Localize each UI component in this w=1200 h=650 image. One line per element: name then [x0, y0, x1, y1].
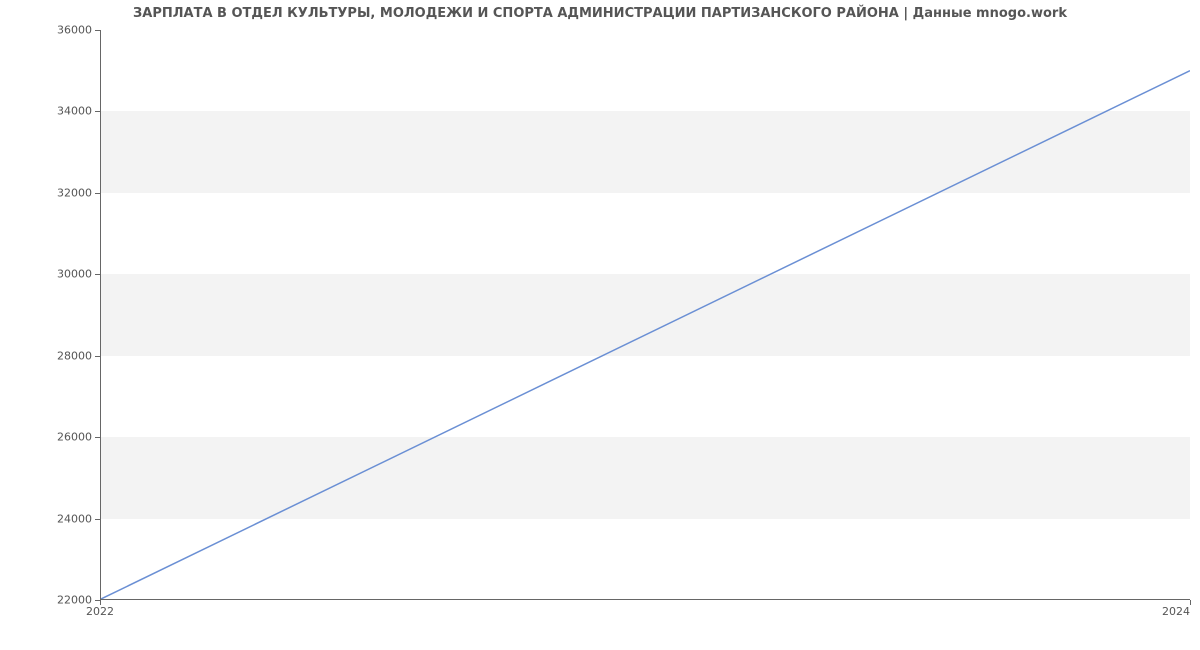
y-tick-mark	[95, 193, 100, 194]
x-tick-label: 2022	[86, 605, 114, 618]
y-tick-label: 22000	[12, 594, 92, 607]
y-tick-label: 26000	[12, 431, 92, 444]
y-tick-mark	[95, 519, 100, 520]
line-svg	[101, 30, 1190, 599]
y-tick-mark	[95, 30, 100, 31]
y-tick-mark	[95, 356, 100, 357]
y-tick-mark	[95, 274, 100, 275]
salary-line-chart: ЗАРПЛАТА В ОТДЕЛ КУЛЬТУРЫ, МОЛОДЕЖИ И СП…	[0, 0, 1200, 650]
chart-title: ЗАРПЛАТА В ОТДЕЛ КУЛЬТУРЫ, МОЛОДЕЖИ И СП…	[0, 6, 1200, 21]
y-tick-label: 30000	[12, 268, 92, 281]
y-tick-label: 24000	[12, 512, 92, 525]
x-tick-mark	[100, 600, 101, 605]
y-tick-label: 28000	[12, 349, 92, 362]
x-tick-label: 2024	[1162, 605, 1190, 618]
y-tick-label: 34000	[12, 105, 92, 118]
y-tick-mark	[95, 437, 100, 438]
y-tick-label: 36000	[12, 24, 92, 37]
y-tick-label: 32000	[12, 186, 92, 199]
plot-area	[100, 30, 1190, 600]
x-tick-mark	[1190, 600, 1191, 605]
y-tick-mark	[95, 111, 100, 112]
